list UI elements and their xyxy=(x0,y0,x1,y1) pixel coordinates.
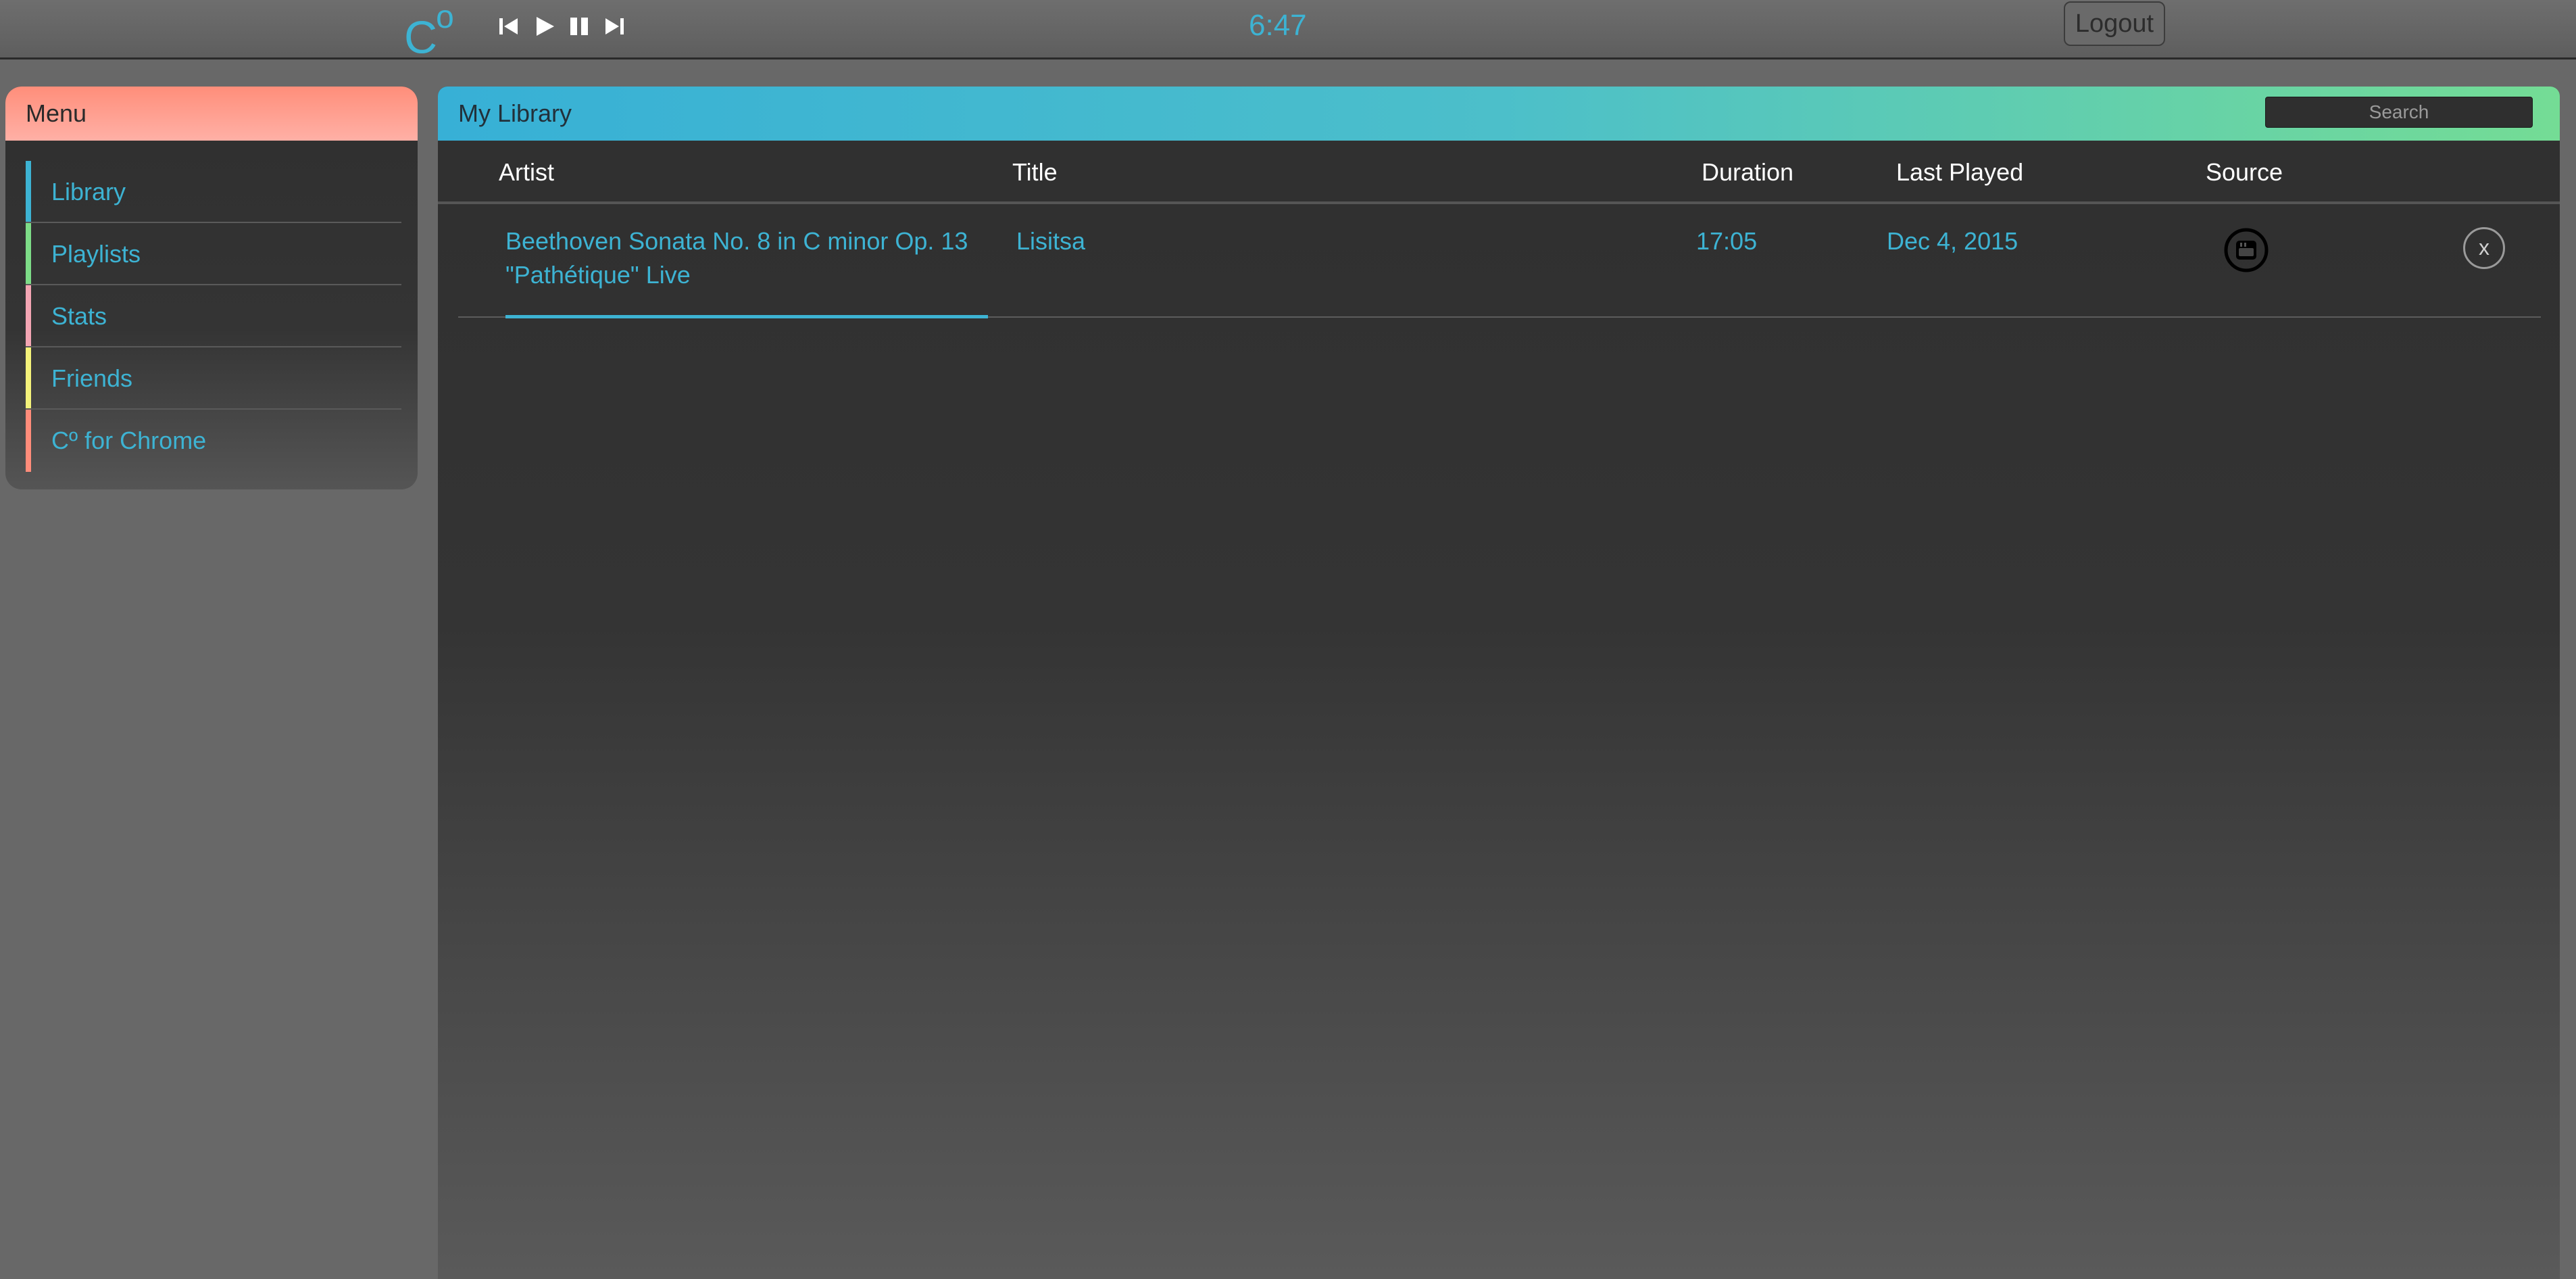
library-panel: My Library Artist Title Duration Last Pl… xyxy=(438,87,2560,1279)
column-last-played[interactable]: Last Played xyxy=(1896,141,2023,204)
menu-color-bar xyxy=(26,161,31,222)
app-logo[interactable]: Co xyxy=(404,0,454,64)
sidebar-item-friends[interactable]: Friends xyxy=(26,347,401,410)
table-row[interactable]: Beethoven Sonata No. 8 in C minor Op. 13… xyxy=(458,207,2541,318)
next-icon[interactable] xyxy=(603,15,627,38)
sidebar-menu: Menu Library Playlists Stats Friends Cº … xyxy=(5,87,418,489)
sidebar-item-chrome[interactable]: Cº for Chrome xyxy=(26,410,401,472)
logo-superscript: o xyxy=(436,0,454,35)
artist-cell[interactable]: Beethoven Sonata No. 8 in C minor Op. 13… xyxy=(505,224,988,292)
menu-color-bar xyxy=(26,347,31,408)
top-bar: Co 6:47 Logout xyxy=(0,0,2576,64)
pause-icon[interactable] xyxy=(568,15,592,38)
sidebar-item-stats[interactable]: Stats xyxy=(26,285,401,347)
column-artist[interactable]: Artist xyxy=(499,141,554,204)
menu-list: Library Playlists Stats Friends Cº for C… xyxy=(26,161,401,472)
playback-controls xyxy=(497,15,627,38)
column-duration[interactable]: Duration xyxy=(1702,141,1793,204)
logout-button[interactable]: Logout xyxy=(2064,1,2165,46)
duration-cell: 17:05 xyxy=(1696,227,1758,255)
sidebar-item-label: Playlists xyxy=(51,240,141,268)
menu-color-bar xyxy=(26,285,31,346)
sidebar-item-label: Library xyxy=(51,178,126,206)
column-title[interactable]: Title xyxy=(1012,141,1058,204)
sidebar-title: Menu xyxy=(5,87,418,141)
column-source[interactable]: Source xyxy=(2206,141,2283,204)
sidebar-item-playlists[interactable]: Playlists xyxy=(26,223,401,285)
youtube-icon[interactable] xyxy=(2223,227,2269,273)
menu-color-bar xyxy=(26,223,31,284)
sidebar-item-label: Stats xyxy=(51,302,107,330)
title-cell[interactable]: Lisitsa xyxy=(1016,224,1085,258)
library-header: My Library xyxy=(438,87,2560,141)
row-progress-underline xyxy=(505,315,988,318)
previous-icon[interactable] xyxy=(497,15,522,38)
remove-button[interactable]: x xyxy=(2463,227,2505,269)
sidebar-item-label: Cº for Chrome xyxy=(51,427,207,454)
sidebar-item-library[interactable]: Library xyxy=(26,161,401,223)
sidebar-item-label: Friends xyxy=(51,364,133,392)
page-title: My Library xyxy=(458,99,572,127)
logo-text: C xyxy=(404,11,437,64)
search-input[interactable] xyxy=(2265,97,2533,128)
menu-color-bar xyxy=(26,410,31,472)
last-played-cell: Dec 4, 2015 xyxy=(1887,227,2018,255)
play-icon[interactable] xyxy=(532,15,557,38)
playback-time: 6:47 xyxy=(1249,9,1307,42)
table-header: Artist Title Duration Last Played Source xyxy=(438,141,2560,204)
